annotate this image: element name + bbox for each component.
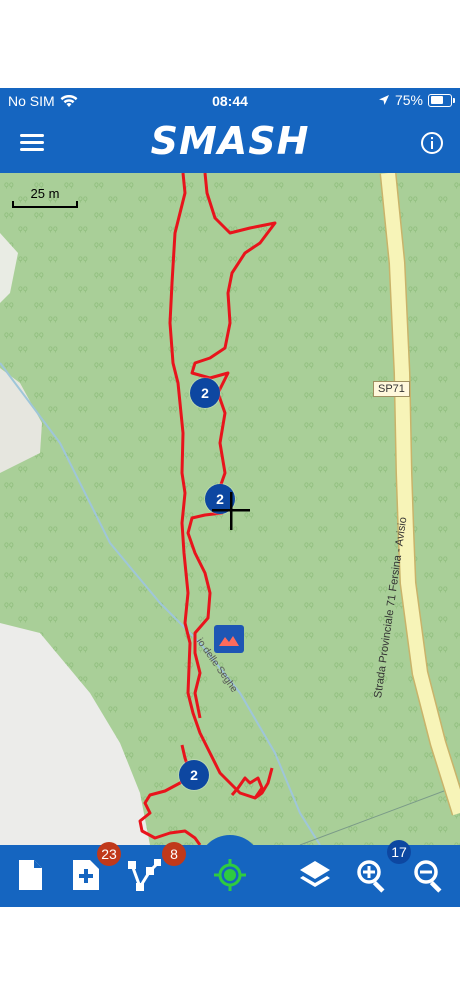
layers-icon[interactable] [297,857,333,893]
zoom-in-icon[interactable] [354,857,390,893]
note-cluster-marker[interactable]: 2 [179,760,209,790]
add-form-note-icon[interactable] [68,857,104,893]
scale-bar: 25 m [12,186,78,210]
battery-level [430,96,444,104]
battery-percent: 75% [394,92,423,108]
new-note-icon[interactable] [12,857,48,893]
location-arrow-icon [378,95,389,105]
note-cluster-marker[interactable]: 2 [190,378,220,408]
info-icon[interactable] [420,131,444,155]
gps-center-icon[interactable] [212,857,248,893]
app-bar: SMASH [0,113,460,173]
road-shield: SP71 [373,381,410,397]
top-margin [0,0,460,88]
crosshair-icon [212,492,250,530]
zoom-out-icon[interactable] [411,857,447,893]
app-title: SMASH [150,119,310,163]
zoom-level-badge: 17 [387,840,411,864]
scale-label: 25 m [30,186,60,201]
image-note-marker[interactable] [214,625,244,653]
gps-log-icon[interactable] [126,857,162,893]
image-icon [219,636,239,646]
status-bar: No SIM 08:44 75% [0,88,460,113]
battery-icon [428,93,455,107]
logs-count-badge: 8 [162,842,186,866]
bottom-margin [0,907,460,996]
notes-count-badge: 23 [97,842,121,866]
